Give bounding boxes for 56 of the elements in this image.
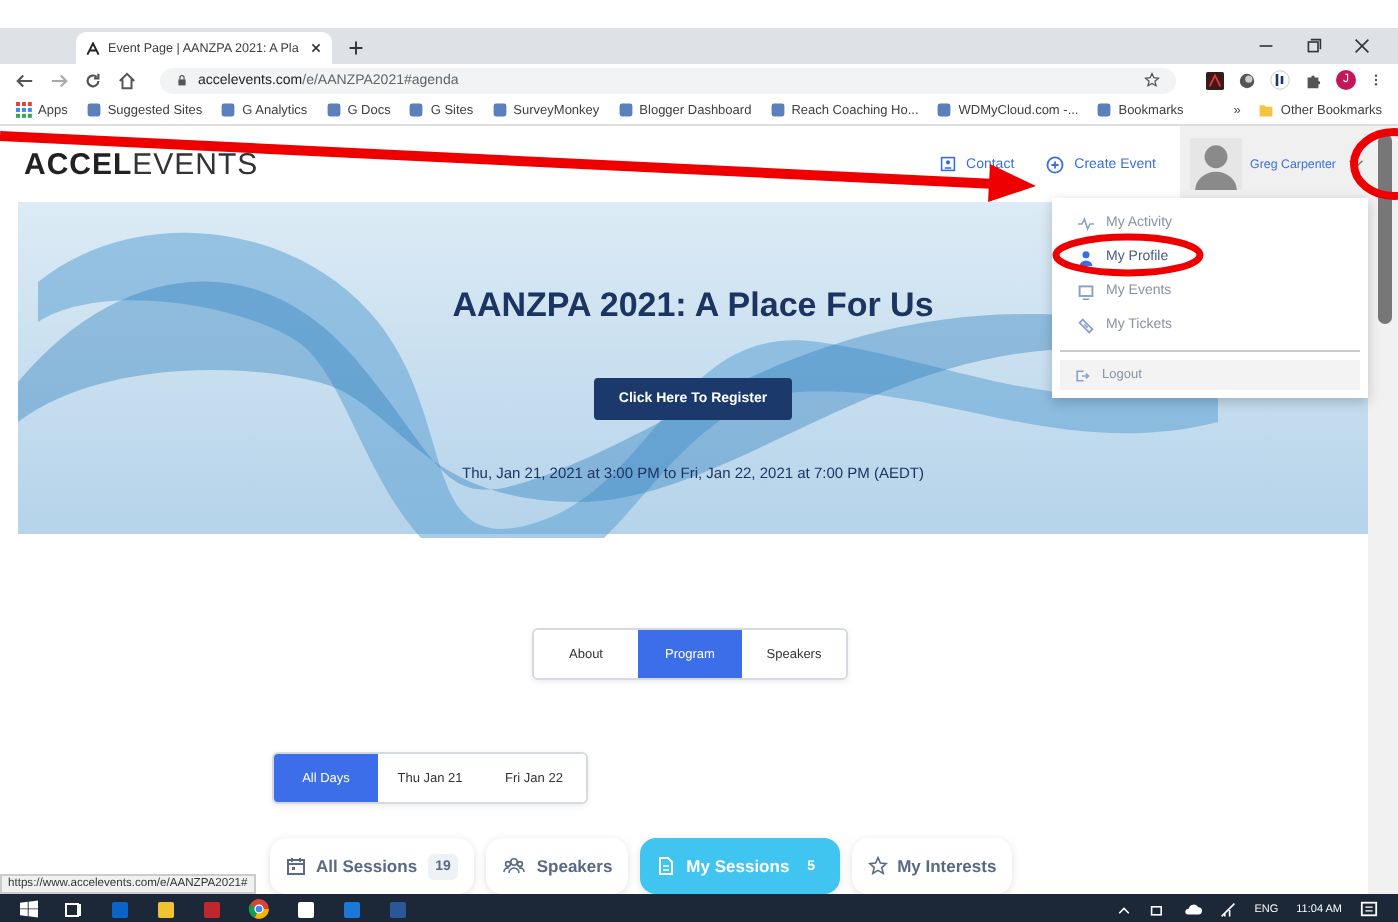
task-view-icon[interactable] [64, 899, 84, 919]
more-menu-icon[interactable] [1370, 70, 1382, 90]
chevron-down-icon [1348, 156, 1364, 172]
lock-icon [176, 74, 188, 86]
person-icon [1078, 249, 1094, 265]
reload-icon[interactable] [84, 71, 102, 89]
event-title: AANZPA 2021: A Place For Us [452, 286, 934, 326]
site-logo[interactable]: ACCELEVENTS [24, 147, 259, 181]
plus-circle-icon [1046, 155, 1065, 173]
session-filter-tab[interactable]: My Interests [851, 838, 1013, 894]
notification-icon[interactable] [1360, 900, 1378, 918]
bookmark-favicon-icon [85, 102, 102, 118]
star-icon[interactable] [1144, 72, 1160, 88]
bars-extension-icon[interactable] [1270, 70, 1290, 90]
bookmark-favicon-icon [769, 102, 786, 118]
apps-grid-icon [16, 102, 32, 118]
contact-card-icon [940, 156, 957, 172]
session-filter-tab[interactable]: Speakers [486, 838, 629, 894]
meet-icon[interactable] [1150, 901, 1167, 917]
document-icon [656, 856, 677, 876]
start-icon[interactable] [20, 900, 38, 918]
bookmark-favicon-icon [408, 102, 425, 118]
calendar-icon [286, 856, 306, 876]
outlook-app-icon[interactable] [110, 899, 130, 919]
bookmark-favicon-icon [936, 102, 953, 118]
scrollbar[interactable] [1368, 126, 1398, 894]
close-icon[interactable] [1354, 38, 1370, 54]
chart-app-icon[interactable] [202, 899, 222, 919]
ticket-icon [1078, 317, 1094, 333]
pdf-extension-icon[interactable] [1206, 71, 1224, 89]
back-icon[interactable] [16, 71, 34, 89]
document-app-icon[interactable] [296, 899, 316, 919]
circle-extension-icon[interactable] [1238, 71, 1256, 89]
new-tab-icon[interactable] [348, 40, 364, 56]
puzzle-icon[interactable] [1304, 71, 1322, 89]
bookmark-favicon-icon [491, 102, 508, 118]
bookmark-favicon-icon [325, 102, 342, 118]
people-icon [502, 856, 527, 876]
chrome-app-icon[interactable] [248, 898, 270, 920]
bookmark-favicon-icon [617, 102, 634, 118]
home-icon[interactable] [118, 71, 136, 89]
bookmark-favicon-icon [1096, 102, 1113, 118]
outlook-app-icon[interactable] [342, 899, 362, 919]
cloud-icon[interactable] [1184, 900, 1203, 918]
restore-icon[interactable] [1306, 38, 1322, 54]
logout-icon [1074, 367, 1090, 383]
network-icon[interactable] [1220, 901, 1237, 917]
star-icon [867, 856, 888, 876]
pulse-icon [1078, 215, 1094, 231]
monitor-icon [1078, 283, 1094, 299]
bookmark-favicon-icon [220, 102, 237, 118]
folder-icon [1258, 102, 1275, 118]
accelevents-logo-icon [86, 41, 100, 55]
file-explorer-icon[interactable] [156, 899, 176, 919]
avatar-silhouette-icon [1190, 138, 1242, 190]
close-icon[interactable] [310, 42, 322, 54]
